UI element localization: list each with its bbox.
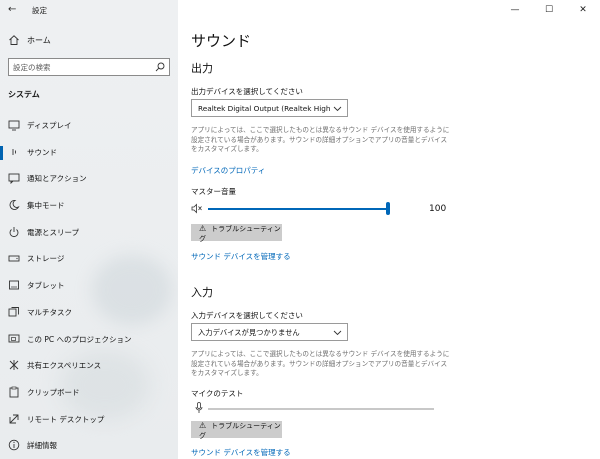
input-device-dropdown[interactable]: 入力デバイスが見つかりません — [191, 323, 348, 341]
page-title: サウンド — [191, 32, 252, 50]
volume-slider-track[interactable] — [208, 208, 388, 210]
chevron-down-icon — [333, 106, 342, 112]
sidebar-item-label: 共有エクスペリエンス — [27, 361, 102, 371]
multitask-icon — [8, 306, 19, 317]
warning-icon: ⚠ — [199, 224, 207, 233]
sidebar-item-label: ディスプレイ — [27, 121, 72, 130]
home-icon — [9, 35, 19, 45]
device-properties-link[interactable]: デバイスのプロパティ — [191, 165, 265, 176]
sidebar-item-about[interactable]: 詳細情報 — [0, 433, 178, 459]
remote-icon — [9, 414, 19, 424]
app-title: 設定 — [32, 6, 47, 15]
sidebar-item-display[interactable]: ディスプレイ — [0, 113, 178, 140]
title-bar: ← 設定 — [0, 0, 178, 22]
tablet-icon — [9, 280, 19, 290]
microphone-icon — [195, 402, 203, 413]
sidebar-item-label: ストレージ — [27, 254, 65, 264]
sidebar-item-focus[interactable]: 集中モード — [0, 193, 178, 220]
volume-row: 100 — [191, 200, 451, 218]
sidebar-item-label: 集中モード — [27, 201, 65, 211]
speaker-mute-icon[interactable] — [191, 203, 203, 214]
maximize-button[interactable]: ☐ — [532, 0, 566, 20]
sidebar-item-power[interactable]: 電源とスリープ — [0, 220, 178, 247]
speaker-icon — [12, 148, 16, 155]
output-device-dropdown[interactable]: Realtek Digital Output (Realtek High... — [191, 99, 348, 117]
volume-slider-thumb[interactable] — [386, 202, 390, 215]
sidebar-item-multitask[interactable]: マルチタスク — [0, 300, 178, 327]
sidebar-item-notifications[interactable]: 通知とアクション — [0, 166, 178, 193]
output-manage-devices-link[interactable]: サウンド デバイスを管理する — [191, 251, 291, 262]
sidebar-item-label: クリップボード — [27, 387, 80, 397]
main-panel: — ☐ ✕ サウンド 出力 出力デバイスを選択してください Realtek Di… — [178, 0, 600, 459]
output-heading: 出力 — [191, 62, 213, 75]
sidebar-item-tablet[interactable]: タブレット — [0, 273, 178, 300]
nav-home-label: ホーム — [27, 36, 51, 45]
search-box[interactable] — [8, 58, 170, 76]
search-icon[interactable] — [155, 62, 165, 72]
mic-test-label: マイクのテスト — [191, 389, 244, 398]
power-icon — [9, 226, 19, 237]
output-troubleshoot-button[interactable]: ⚠ トラブルシューティング — [191, 224, 282, 243]
section-label: システム — [8, 90, 40, 99]
sidebar-item-projection[interactable]: この PC へのプロジェクション — [0, 327, 178, 354]
input-description: アプリによっては、ここで選択したものとは異なるサウンド デバイスを使用するように… — [191, 350, 450, 377]
input-device-value: 入力デバイスが見つかりません — [198, 327, 300, 337]
projection-icon — [8, 334, 20, 342]
mic-test-row — [191, 402, 451, 414]
sidebar-item-label: 通知とアクション — [27, 174, 87, 184]
nav-list: ディスプレイ サウンド 通知とアクション 集中モード 電源とスリープ ストレージ… — [0, 113, 178, 459]
back-arrow-icon[interactable]: ← — [8, 4, 16, 15]
moon-icon — [9, 200, 20, 210]
output-description: アプリによっては、ここで選択したものとは異なるサウンド デバイスを使用するように… — [191, 126, 450, 153]
volume-value: 100 — [429, 204, 447, 214]
sidebar-item-label: マルチタスク — [27, 307, 72, 317]
sidebar-item-remote[interactable]: リモート デスクトップ — [0, 407, 178, 434]
sidebar-item-label: リモート デスクトップ — [27, 414, 105, 424]
window-controls: — ☐ ✕ — [498, 0, 600, 20]
input-troubleshoot-button[interactable]: ⚠ トラブルシューティング — [191, 421, 282, 440]
sidebar-item-label: 電源とスリープ — [27, 227, 80, 237]
sidebar-item-storage[interactable]: ストレージ — [0, 246, 178, 273]
sidebar-item-shared[interactable]: 共有エクスペリエンス — [0, 353, 178, 380]
output-device-label: 出力デバイスを選択してください — [191, 87, 303, 96]
sidebar-item-clipboard[interactable]: クリップボード — [0, 380, 178, 407]
warning-icon: ⚠ — [199, 421, 207, 430]
monitor-icon — [8, 120, 20, 131]
input-heading: 入力 — [191, 286, 213, 299]
share-icon — [9, 360, 19, 371]
info-icon — [8, 439, 20, 451]
minimize-button[interactable]: — — [498, 0, 532, 20]
active-indicator — [0, 145, 3, 160]
nav-home[interactable]: ホーム — [0, 32, 178, 50]
sidebar-item-label: この PC へのプロジェクション — [27, 334, 132, 344]
input-device-label: 入力デバイスを選択してください — [191, 311, 303, 320]
sidebar-item-sound[interactable]: サウンド — [0, 140, 178, 167]
search-input[interactable] — [9, 59, 149, 75]
sidebar-item-label: サウンド — [27, 147, 57, 157]
input-manage-devices-link[interactable]: サウンド デバイスを管理する — [191, 447, 291, 458]
sidebar: ← 設定 ホーム システム ディスプレイ サウンド 通知とアクション — [0, 0, 178, 459]
sidebar-item-label: 詳細情報 — [27, 441, 57, 451]
troubleshoot-label: トラブルシューティング — [199, 225, 281, 243]
close-button[interactable]: ✕ — [566, 0, 600, 20]
clipboard-icon — [9, 386, 19, 398]
sidebar-item-label: タブレット — [27, 281, 65, 291]
storage-icon — [8, 255, 20, 262]
master-volume-label: マスター音量 — [191, 187, 236, 196]
troubleshoot-label: トラブルシューティング — [199, 422, 281, 440]
notification-icon — [8, 173, 20, 185]
chevron-down-icon — [333, 330, 342, 336]
mic-level-meter — [208, 408, 434, 410]
output-device-value: Realtek Digital Output (Realtek High... — [198, 103, 330, 113]
